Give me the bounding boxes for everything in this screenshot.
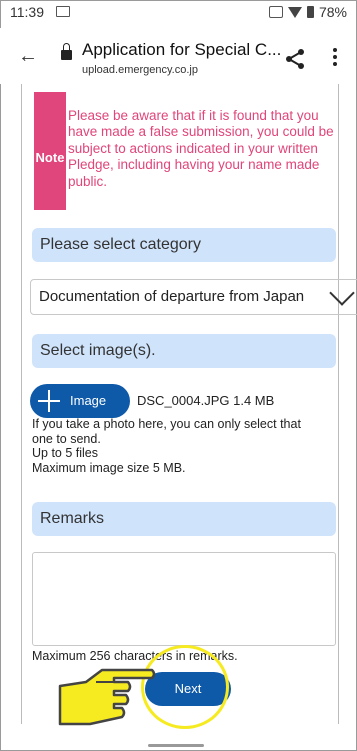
status-bar: 11:39 78% xyxy=(0,0,355,26)
battery-percent: 78% xyxy=(318,4,347,20)
browser-toolbar: ← Application for Special C... upload.em… xyxy=(0,28,355,84)
help-line-photo: If you take a photo here, you can only s… xyxy=(32,417,301,446)
status-right: 78% xyxy=(268,4,347,20)
home-gesture-bar[interactable] xyxy=(148,744,204,747)
note-text: Please be aware that if it is found that… xyxy=(68,108,334,189)
vibrate-icon xyxy=(268,6,283,18)
category-select[interactable]: Documentation of departure from Japan xyxy=(30,279,357,315)
help-line-max-files: Up to 5 files xyxy=(32,446,99,460)
file-name: DSC_0004.JPG xyxy=(137,393,230,408)
wifi-icon xyxy=(287,6,302,18)
note-label: Note xyxy=(35,150,65,165)
pointing-hand-icon xyxy=(58,668,156,726)
more-vert-icon[interactable] xyxy=(333,48,337,66)
image-help-text: If you take a photo here, you can only s… xyxy=(32,417,322,475)
note-badge: Note xyxy=(34,92,66,210)
selected-file: DSC_0004.JPG 1.4 MB xyxy=(137,393,274,408)
category-header: Please select category xyxy=(32,228,336,262)
share-icon[interactable] xyxy=(284,48,306,70)
sim-icon xyxy=(56,6,70,17)
add-image-label: Image xyxy=(70,393,107,408)
lock-icon[interactable] xyxy=(61,43,72,60)
battery-icon xyxy=(306,6,314,18)
status-time: 11:39 xyxy=(10,4,44,20)
back-arrow-icon[interactable]: ← xyxy=(18,46,38,66)
category-selected-value: Documentation of departure from Japan xyxy=(39,288,305,305)
plus-icon xyxy=(38,390,60,412)
page-url[interactable]: upload.emergency.co.jp xyxy=(82,64,198,76)
file-size: 1.4 MB xyxy=(233,393,275,408)
images-header: Select image(s). xyxy=(32,334,336,368)
help-line-max-size: Maximum image size 5 MB. xyxy=(32,460,186,475)
chevron-down-icon xyxy=(329,280,355,306)
remarks-textarea[interactable] xyxy=(32,552,336,646)
add-image-button[interactable]: Image xyxy=(30,384,130,418)
page-title[interactable]: Application for Special C... xyxy=(82,40,281,60)
remarks-header: Remarks xyxy=(32,502,336,536)
